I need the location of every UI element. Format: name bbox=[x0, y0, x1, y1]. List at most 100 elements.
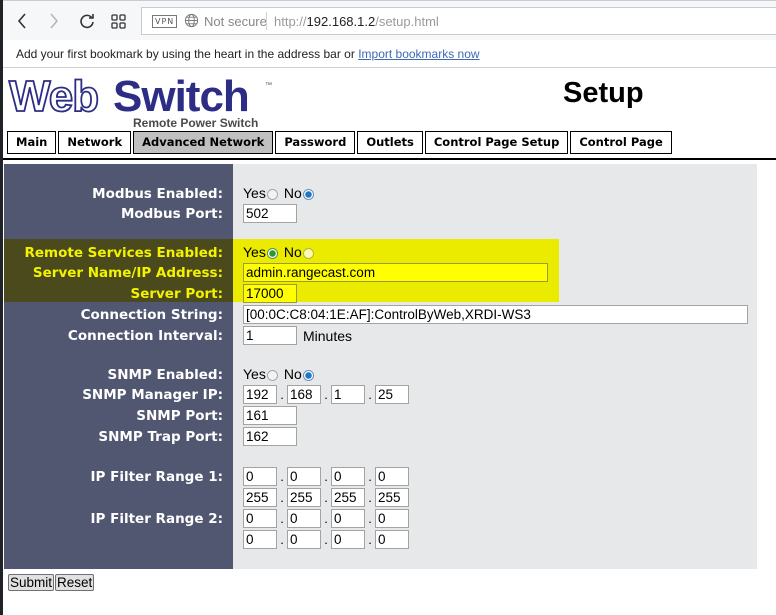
address-bar[interactable]: VPN Not secure http://192.168.1.2/setup.… bbox=[141, 7, 776, 35]
submit-button[interactable]: Submit bbox=[8, 574, 55, 591]
modbus-yes-radio[interactable] bbox=[266, 188, 278, 200]
security-indicator[interactable]: Not secure bbox=[204, 14, 267, 29]
ip-dot: . bbox=[368, 511, 372, 526]
forward-button[interactable] bbox=[43, 9, 65, 33]
server-port-field: 17000 bbox=[243, 284, 297, 303]
ip-filter-1-start: 0. 0. 0. 0 bbox=[243, 467, 409, 486]
tab-control-page-setup[interactable]: Control Page Setup bbox=[424, 131, 569, 154]
filter1-end-octet-4[interactable]: 255 bbox=[375, 488, 409, 507]
filter2-start-octet-4[interactable]: 0 bbox=[375, 509, 409, 528]
remote-services-label: Remote Services Enabled: bbox=[24, 245, 223, 261]
snmp-port-input[interactable]: 161 bbox=[243, 406, 297, 425]
server-port-label: Server Port: bbox=[130, 286, 223, 302]
snmp-trap-port-label: SNMP Trap Port: bbox=[98, 429, 223, 445]
tab-control-page[interactable]: Control Page bbox=[570, 131, 672, 154]
server-port-input[interactable]: 17000 bbox=[243, 284, 297, 303]
filter2-start-octet-3[interactable]: 0 bbox=[331, 509, 365, 528]
tab-password[interactable]: Password bbox=[275, 131, 356, 154]
snmp-no-label: No bbox=[283, 366, 302, 382]
ip-dot: . bbox=[280, 532, 284, 547]
ip-dot: . bbox=[280, 511, 284, 526]
snmp-ip-octet-3[interactable]: 1 bbox=[331, 385, 365, 404]
filter1-start-octet-2[interactable]: 0 bbox=[287, 467, 321, 486]
back-button[interactable] bbox=[11, 9, 33, 33]
server-name-field: admin.rangecast.com bbox=[243, 263, 548, 282]
filter2-end-octet-4[interactable]: 0 bbox=[375, 530, 409, 549]
remote-no-radio[interactable] bbox=[302, 247, 314, 259]
modbus-port-label: Modbus Port: bbox=[120, 206, 223, 222]
connection-interval-input[interactable]: 1 bbox=[243, 326, 297, 345]
speed-dial-button[interactable] bbox=[107, 9, 129, 33]
snmp-trap-port-field: 162 bbox=[243, 427, 297, 446]
filter1-start-octet-3[interactable]: 0 bbox=[331, 467, 365, 486]
snmp-trap-port-input[interactable]: 162 bbox=[243, 427, 297, 446]
connection-string-label: Connection String: bbox=[80, 307, 223, 323]
ip-dot: . bbox=[368, 532, 372, 547]
logo-trademark: ™ bbox=[265, 82, 272, 89]
tab-advanced-network[interactable]: Advanced Network bbox=[133, 131, 274, 154]
browser-window: VPN Not secure http://192.168.1.2/setup.… bbox=[0, 0, 776, 615]
url-text[interactable]: http://192.168.1.2/setup.html bbox=[274, 14, 439, 29]
filter1-end-octet-3[interactable]: 255 bbox=[331, 488, 365, 507]
snmp-ip-octet-4[interactable]: 25 bbox=[375, 385, 409, 404]
logo-switch: Switch bbox=[113, 73, 249, 121]
ip-filter-2-start: 0. 0. 0. 0 bbox=[243, 509, 409, 528]
import-bookmarks-link[interactable]: Import bookmarks now bbox=[358, 47, 479, 61]
remote-services-field: Yes No bbox=[243, 244, 318, 260]
tab-main[interactable]: Main bbox=[7, 131, 57, 154]
ip-dot: . bbox=[324, 532, 328, 547]
filter2-end-octet-2[interactable]: 0 bbox=[287, 530, 321, 549]
logo-web: Web bbox=[9, 73, 98, 121]
connection-string-input[interactable]: [00:0C:C8:04:1E:AF]:ControlByWeb,XRDI-WS… bbox=[243, 305, 748, 324]
tab-outlets[interactable]: Outlets bbox=[357, 131, 423, 154]
vpn-badge[interactable]: VPN bbox=[152, 15, 178, 28]
modbus-no-radio[interactable] bbox=[302, 188, 314, 200]
ip-filter-2-label: IP Filter Range 2: bbox=[90, 511, 224, 527]
remote-yes-radio[interactable] bbox=[266, 247, 278, 259]
filter2-end-octet-3[interactable]: 0 bbox=[331, 530, 365, 549]
chevron-left-icon bbox=[17, 13, 26, 29]
reset-button[interactable]: Reset bbox=[55, 574, 95, 591]
tab-network[interactable]: Network bbox=[58, 131, 132, 154]
filter1-end-octet-1[interactable]: 255 bbox=[243, 488, 277, 507]
filter2-start-octet-1[interactable]: 0 bbox=[243, 509, 277, 528]
connection-interval-label: Connection Interval: bbox=[67, 328, 223, 344]
filter1-end-octet-2[interactable]: 255 bbox=[287, 488, 321, 507]
globe-icon[interactable] bbox=[184, 13, 199, 28]
reload-button[interactable] bbox=[76, 9, 98, 33]
ip-filter-2-end: 0. 0. 0. 0 bbox=[243, 530, 409, 549]
snmp-yes-radio[interactable] bbox=[266, 369, 278, 381]
remote-yes-label: Yes bbox=[243, 244, 266, 260]
snmp-enabled-label: SNMP Enabled: bbox=[107, 367, 223, 383]
page-title: Setup bbox=[563, 77, 644, 109]
snmp-ip-octet-1[interactable]: 192 bbox=[243, 385, 277, 404]
ip-dot: . bbox=[324, 469, 328, 484]
snmp-port-field: 161 bbox=[243, 406, 297, 425]
chevron-right-icon bbox=[50, 13, 59, 29]
modbus-enabled-field: Yes No bbox=[243, 185, 318, 201]
page-content: Web Switch ™ Remote Power Switch Setup M… bbox=[3, 68, 776, 615]
snmp-no-radio[interactable] bbox=[302, 369, 314, 381]
ip-dot: . bbox=[324, 511, 328, 526]
filter1-start-octet-4[interactable]: 0 bbox=[375, 467, 409, 486]
ip-dot: . bbox=[368, 469, 372, 484]
ip-dot: . bbox=[324, 387, 328, 402]
bookmarks-bar: Add your first bookmark by using the hea… bbox=[3, 40, 776, 68]
snmp-ip-octet-2[interactable]: 168 bbox=[287, 385, 321, 404]
settings-form: Modbus Enabled: Yes No Modbus Port: 502 … bbox=[4, 164, 757, 569]
snmp-manager-ip-label: SNMP Manager IP: bbox=[82, 387, 223, 403]
filter1-start-octet-1[interactable]: 0 bbox=[243, 467, 277, 486]
filter2-start-octet-2[interactable]: 0 bbox=[287, 509, 321, 528]
snmp-enabled-field: Yes No bbox=[243, 366, 318, 382]
interval-unit: Minutes bbox=[303, 327, 353, 344]
url-path: /setup.html bbox=[375, 14, 439, 29]
filter2-end-octet-1[interactable]: 0 bbox=[243, 530, 277, 549]
ip-dot: . bbox=[324, 490, 328, 505]
ip-dot: . bbox=[280, 469, 284, 484]
modbus-port-input[interactable]: 502 bbox=[243, 204, 297, 223]
tab-bar: Main Network Advanced Network Password O… bbox=[7, 131, 672, 155]
browser-toolbar: VPN Not secure http://192.168.1.2/setup.… bbox=[3, 0, 776, 40]
server-name-input[interactable]: admin.rangecast.com bbox=[243, 263, 548, 282]
header-divider bbox=[3, 158, 776, 160]
reload-icon bbox=[80, 14, 94, 29]
